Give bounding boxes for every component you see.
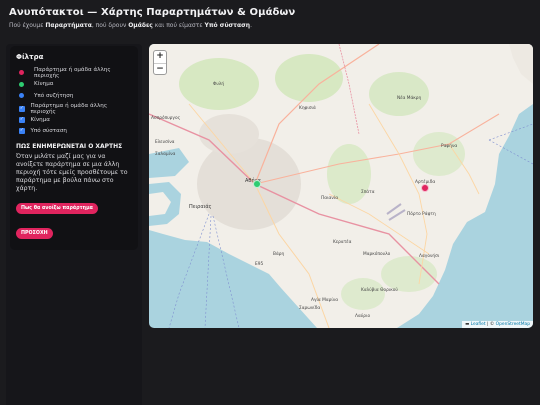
subtitle-bold-pending: Υπό σύσταση bbox=[204, 22, 251, 29]
map-label-paiania: Παιανία bbox=[321, 196, 339, 201]
leaflet-link[interactable]: Leaflet bbox=[471, 322, 486, 327]
filter-checkbox-movement[interactable]: ✓ Κίνημα bbox=[16, 115, 132, 126]
subtitle-bold-branches: Παραρτήματα bbox=[45, 22, 92, 29]
map-label-salamina: Σαλαμίνα bbox=[155, 152, 176, 157]
zoom-out-button[interactable]: − bbox=[154, 63, 166, 75]
map-label-lavrio: Λαύριο bbox=[355, 314, 371, 319]
map-label-kifisia: Κηφισιά bbox=[299, 106, 316, 111]
map-label-vari: Βάρη bbox=[273, 252, 285, 257]
map-label-porto-rafti: Πόρτο Ράφτη bbox=[407, 212, 436, 217]
filter-checkbox-branch[interactable]: ✓ Παράρτημα ή ομάδα άλλης περιοχής bbox=[16, 103, 132, 115]
map-label-aspropyrgos: Ασπρόπυργος bbox=[151, 116, 181, 121]
map-label-agia-marina: Αγία Μαρίνα bbox=[311, 298, 339, 303]
checkbox-label: Υπό σύσταση bbox=[30, 128, 67, 134]
page-subtitle: Πού έχουμε Παραρτήματα, πού δρουν Ομάδες… bbox=[9, 22, 531, 29]
map-label-kalyvia: Καλύβια Θορικού bbox=[361, 288, 398, 293]
filter-checkbox-pending[interactable]: ✓ Υπό σύσταση bbox=[16, 126, 132, 137]
map-label-saronida: Σαρωνίδα bbox=[299, 306, 321, 311]
marker-red-artemida[interactable] bbox=[421, 184, 429, 192]
checkbox-label: Κίνημα bbox=[30, 117, 50, 123]
map-label-spata: Σπάτα bbox=[361, 190, 375, 195]
marker-green-athens[interactable] bbox=[253, 180, 261, 188]
zoom-control: + − bbox=[153, 50, 167, 75]
osm-link[interactable]: OpenStreetMap bbox=[496, 322, 530, 327]
subtitle-bold-groups: Ομάδες bbox=[128, 22, 153, 29]
map-attribution: ▬ Leaflet | © OpenStreetMap bbox=[462, 321, 533, 328]
checkbox-checked-icon[interactable]: ✓ bbox=[19, 117, 25, 123]
legend-item-discussion: Υπό συζήτηση bbox=[16, 90, 132, 102]
how-to-open-branch-button[interactable]: Πως θα ανοίξω παράρτημα bbox=[16, 202, 98, 214]
legend-item-branch: Παράρτημα ή ομάδα άλλης περιοχής bbox=[16, 67, 132, 79]
page-title: Ανυπότακτοι — Χάρτης Παραρτημάτων & Ομάδ… bbox=[9, 7, 296, 18]
map-label-rafina: Ραφήνα bbox=[441, 144, 458, 149]
page-header: Ανυπότακτοι — Χάρτης Παραρτημάτων & Ομάδ… bbox=[0, 0, 540, 38]
legend-label: Κίνημα bbox=[34, 81, 54, 88]
map-label-piraeus: Πειραιάς bbox=[189, 204, 212, 210]
map-label-road: E95 bbox=[255, 262, 264, 267]
attention-button[interactable]: ΠΡΟΣΟΧΗ bbox=[16, 227, 53, 239]
legend-label: Υπό συζήτηση bbox=[34, 92, 74, 99]
filters-panel: Φίλτρα Παράρτημα ή ομάδα άλλης περιοχής … bbox=[10, 46, 138, 250]
legend-label: Παράρτημα ή ομάδα άλλης περιοχής bbox=[34, 66, 111, 79]
map-label-keratea: Κερατέα bbox=[333, 240, 352, 245]
zoom-in-button[interactable]: + bbox=[154, 51, 166, 63]
legend-item-movement: Κίνημα bbox=[16, 79, 132, 91]
map-label-fyli: Φυλή bbox=[213, 82, 225, 87]
green-dot-icon bbox=[19, 81, 24, 87]
checkbox-label: Παράρτημα ή ομάδα άλλης περιοχής bbox=[30, 103, 108, 115]
subtitle-text-4: . bbox=[250, 22, 252, 29]
info-title: ΠΩΣ ΕΝΗΜΕΡΩΝΕΤΑΙ Ο ΧΑΡΤΗΣ bbox=[16, 142, 123, 150]
attribution-sep: | © bbox=[485, 322, 496, 327]
map-label-markopoulo: Μαρκόπουλο bbox=[363, 252, 391, 257]
filters-title: Φίλτρα bbox=[16, 53, 44, 61]
sidebar: Φίλτρα Παράρτημα ή ομάδα άλλης περιοχής … bbox=[6, 44, 142, 405]
map-label-lagonisi: Λαγονήσι bbox=[419, 254, 440, 259]
map-view[interactable]: + − Αθήνα Πειραιάς Παιανία Σπάτα Ραφήνα … bbox=[149, 44, 533, 328]
checkbox-checked-icon[interactable]: ✓ bbox=[19, 128, 25, 134]
info-text: Όταν μιλάτε μαζί μας για να ανοίξετε παρ… bbox=[16, 152, 128, 193]
subtitle-text-3: και πού είμαστε bbox=[152, 22, 205, 29]
map-label-elefsina: Ελευσίνα bbox=[155, 140, 175, 145]
checkbox-checked-icon[interactable]: ✓ bbox=[19, 106, 25, 112]
map-label-nea-makri: Νέα Μάκρη bbox=[397, 96, 422, 101]
subtitle-text-1: Πού έχουμε bbox=[9, 22, 46, 29]
subtitle-text-2: , πού δρουν bbox=[91, 22, 129, 29]
info-box: ΠΩΣ ΕΝΗΜΕΡΩΝΕΤΑΙ Ο ΧΑΡΤΗΣ Όταν μιλάτε μα… bbox=[16, 143, 132, 239]
blue-dot-icon bbox=[19, 93, 24, 99]
map-tiles[interactable] bbox=[149, 44, 533, 328]
red-dot-icon bbox=[19, 70, 24, 76]
